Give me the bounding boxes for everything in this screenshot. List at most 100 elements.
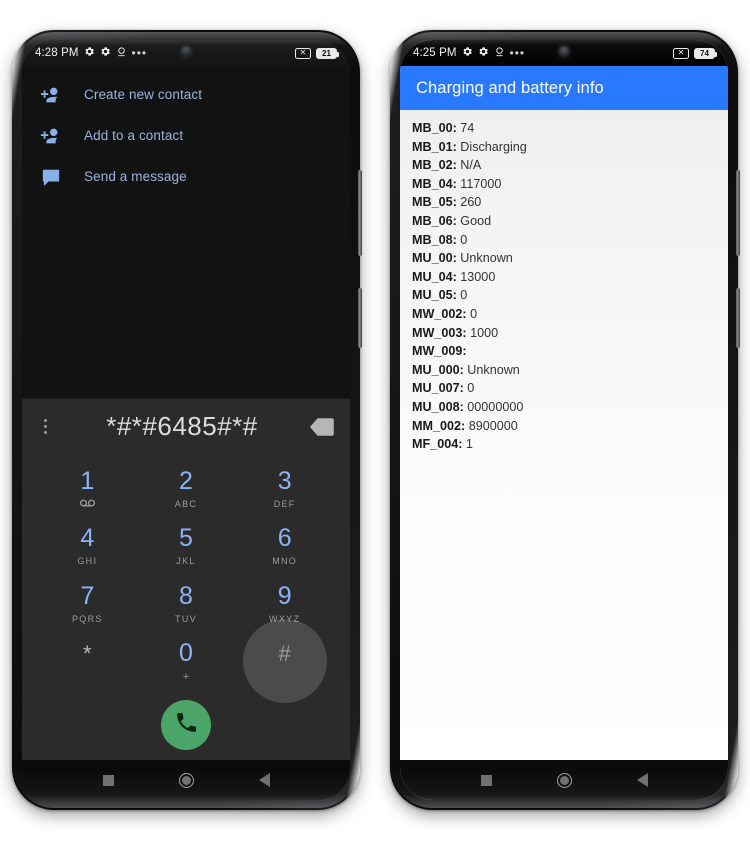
dialpad-key-hash[interactable]: # (235, 619, 334, 704)
info-key: MW_003: (412, 325, 467, 340)
back-button[interactable] (258, 773, 270, 787)
key-digit: 4 (80, 524, 95, 553)
dialpad-key-0[interactable]: 0 + (137, 633, 236, 691)
dialpad-key-2[interactable]: 2 ABC (137, 460, 236, 518)
location-icon (494, 46, 505, 61)
key-letters: MNO (272, 556, 298, 567)
gear-icon (84, 46, 95, 60)
info-value: 00000000 (467, 399, 524, 414)
info-row: MB_00: 74 (412, 119, 716, 138)
home-button[interactable] (556, 772, 572, 788)
info-value: 1000 (470, 325, 499, 340)
suggestion-create-new-contact[interactable]: Create new contact (22, 74, 350, 115)
info-row: MW_002: 0 (412, 305, 716, 324)
info-key: MU_04: (412, 269, 457, 284)
volume-button-right[interactable] (736, 170, 740, 256)
volume-button-left[interactable] (358, 170, 362, 256)
power-button-left[interactable] (358, 288, 362, 348)
status-bar-right-group: ✕ 21 (295, 47, 339, 59)
home-button[interactable] (178, 772, 194, 788)
overflow-dots-icon: ••• (131, 46, 148, 60)
info-value: 117000 (460, 176, 502, 191)
info-key: MB_08: (412, 232, 457, 247)
dialpad-key-3[interactable]: 3 DEF (235, 460, 334, 518)
dialpad-key-star[interactable]: * (38, 633, 137, 691)
status-time: 4:25 PM (413, 47, 457, 59)
suggestion-label: Send a message (84, 169, 187, 184)
key-digit: 1 (80, 466, 95, 495)
recents-button[interactable] (102, 774, 114, 786)
info-row: MU_007: 0 (412, 379, 716, 398)
info-value: Unknown (460, 251, 513, 266)
dialpad-key-6[interactable]: 6 MNO (235, 518, 334, 576)
info-key: MU_007: (412, 381, 464, 396)
voicemail-icon (79, 499, 96, 509)
info-row: MU_008: 00000000 (412, 398, 716, 417)
suggestion-add-to-a-contact[interactable]: Add to a contact (22, 115, 350, 156)
no-sim-icon: ✕ (673, 47, 689, 59)
gear-icon (462, 46, 473, 60)
key-digit: 2 (179, 466, 193, 495)
dialer-app: 4:28 PM ••• ✕ 21 Create new contact Add … (22, 40, 350, 800)
phone-screen-right: 4:25 PM ••• ✕ 74 Charging and battery in… (400, 40, 728, 800)
info-value: 74 (460, 121, 475, 135)
info-key: MB_02: (412, 158, 457, 173)
info-key: MW_009: (412, 344, 467, 359)
dialpad-key-8[interactable]: 8 TUV (137, 575, 236, 633)
status-bar-left-group: 4:28 PM ••• (35, 46, 147, 61)
back-button[interactable] (636, 773, 648, 787)
info-row: MM_002: 8900000 (412, 417, 716, 436)
key-letters: JKL (176, 556, 196, 567)
info-key: MU_000: (412, 362, 464, 377)
page-title: Charging and battery info (416, 78, 604, 97)
battery-info-app: 4:25 PM ••• ✕ 74 Charging and battery in… (400, 40, 728, 800)
person-add-icon (40, 84, 62, 106)
info-key: MM_002: (412, 418, 466, 433)
dialer-input-bar: *#*#6485#*# (22, 398, 350, 454)
info-value: 13000 (460, 269, 496, 284)
info-row: MW_003: 1000 (412, 324, 716, 343)
info-row: MU_04: 13000 (412, 268, 716, 287)
dialpad-key-4[interactable]: 4 GHI (38, 518, 137, 576)
location-icon (116, 46, 127, 61)
no-sim-icon: ✕ (295, 47, 311, 59)
key-digit: 3 (277, 466, 292, 495)
info-value: 260 (460, 195, 482, 210)
key-digit: * (83, 640, 92, 666)
dialpad-key-1[interactable]: 1 (38, 460, 137, 518)
suggestion-send-a-message[interactable]: Send a message (22, 156, 350, 197)
backspace-icon[interactable] (310, 417, 336, 436)
key-letters: DEF (273, 498, 296, 509)
battery-info-list[interactable]: MB_00: 74 MB_01: Discharging MB_02: N/A … (400, 110, 728, 760)
key-digit: # (278, 640, 291, 666)
call-button[interactable] (161, 700, 211, 750)
key-letters: + (182, 671, 190, 684)
key-digit: 8 (179, 581, 193, 610)
recents-button[interactable] (480, 774, 492, 786)
dialpad-key-5[interactable]: 5 JKL (137, 518, 236, 576)
status-bar-left: 4:28 PM ••• ✕ 21 (22, 40, 350, 66)
battery-indicator: 21 (316, 47, 339, 59)
info-value: 0 (470, 306, 478, 321)
info-row: MB_04: 117000 (412, 175, 716, 194)
key-letters: GHI (77, 556, 98, 567)
info-key: MB_06: (412, 213, 457, 228)
message-icon (40, 166, 62, 188)
gear-icon (100, 46, 111, 60)
phone-screen-left: 4:28 PM ••• ✕ 21 Create new contact Add … (22, 40, 350, 800)
dialed-number-display[interactable]: *#*#6485#*# (54, 411, 310, 442)
info-value: 0 (460, 232, 468, 247)
info-row: MW_009: (412, 342, 716, 361)
power-button-right[interactable] (736, 288, 740, 348)
dialpad-key-7[interactable]: 7 PQRS (38, 575, 137, 633)
info-key: MB_01: (412, 139, 457, 154)
key-digit: 0 (179, 639, 193, 668)
phone-device-left: 4:28 PM ••• ✕ 21 Create new contact Add … (12, 30, 362, 810)
call-button-bar (22, 690, 350, 760)
front-camera-punch-hole (558, 46, 570, 57)
status-bar-right: 4:25 PM ••• ✕ 74 (400, 40, 728, 66)
overflow-dots-icon: ••• (509, 46, 526, 60)
info-row: MB_05: 260 (412, 193, 716, 212)
info-value: Discharging (460, 139, 527, 154)
kebab-menu-icon[interactable] (36, 419, 54, 434)
